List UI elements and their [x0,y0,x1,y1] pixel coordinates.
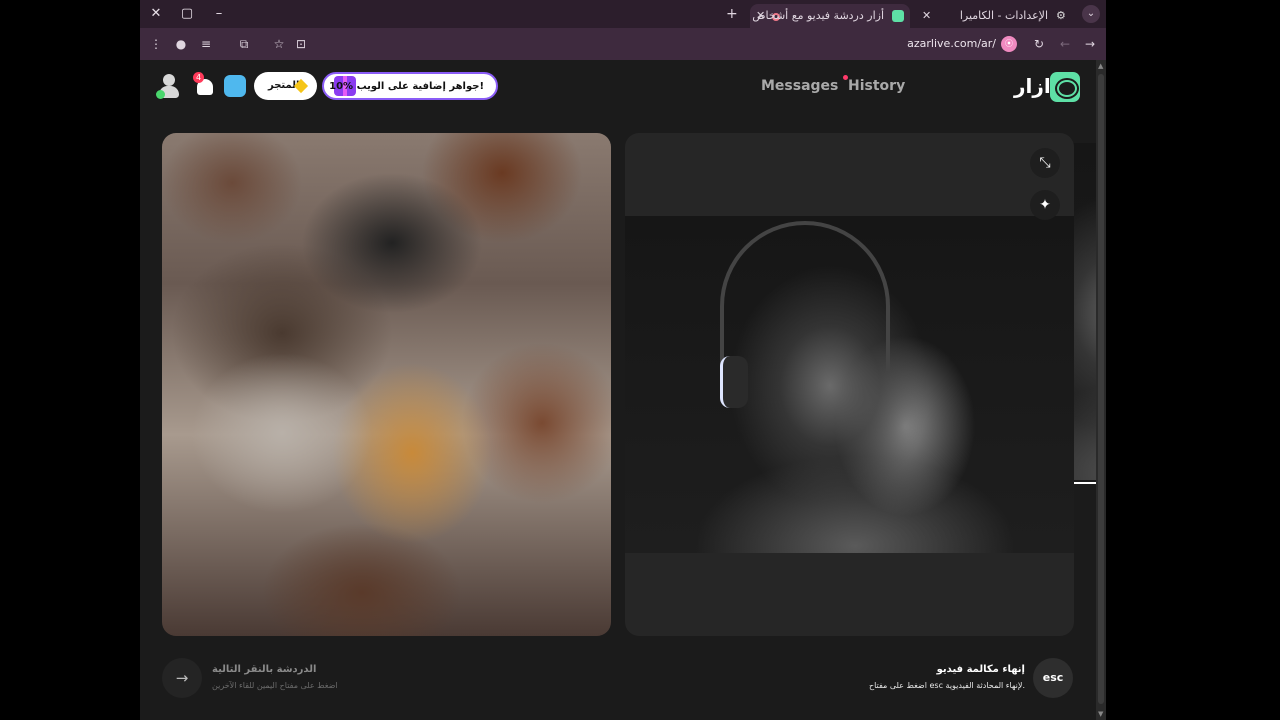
avatar[interactable] [156,73,182,99]
nav-history[interactable]: History [848,77,905,95]
page-scrollbar[interactable]: ▲ ▼ [1096,60,1106,720]
scroll-down-icon[interactable]: ▼ [1098,710,1103,718]
azar-page: ازار Video Chat History Messages 10% جوا… [140,60,1106,720]
self-video-panel: ⤡ ✦ [625,133,1074,636]
gear-icon: ⚙ [1056,9,1066,22]
azar-logo-icon[interactable] [1050,72,1080,102]
end-call-hint: اضغط على مفتاح esc لإنهاء المحادثة الفيد… [868,681,1025,690]
next-chat-hint: اضغط على مفتاح اليمين للقاء الآخرين [212,681,338,690]
notification-badge: 4 [193,72,204,83]
promo-banner[interactable]: 10% جواهر إضافية على الويب! [322,72,498,100]
scrollbar-thumb[interactable] [1098,74,1104,704]
menu-icon[interactable]: ⋮ [146,34,166,54]
logo-text[interactable]: ازار [1014,73,1051,99]
partner-video-panel-blurred [162,133,611,636]
promo-text: 10% جواهر إضافية على الويب! [329,81,484,92]
next-chat-button[interactable]: → [162,658,202,698]
forward-icon[interactable]: ← [1055,34,1075,54]
tab-azar[interactable]: ✕ أزار دردشة فيديو مع أشخاص [750,4,910,28]
minimize-window-icon[interactable]: – [205,4,233,24]
camera-feed [625,216,1074,553]
next-chat-title: الدردشة بالنقر التالية [212,664,317,675]
browser-window: ✕ ▢ – + ✕ أزار دردشة فيديو مع أشخاص ✕ ال… [140,0,1106,720]
tab-title: الإعدادات - الكاميرا [959,9,1048,22]
earcup-shape [720,356,748,408]
online-status-icon [156,90,165,99]
bookmark-star-icon[interactable]: ☆ [269,34,289,54]
maximize-window-icon[interactable]: ▢ [173,4,201,24]
notification-bell-icon[interactable]: 4 [193,72,217,97]
end-call-title: إنهاء مكالمة فيديو [936,664,1025,675]
scroll-up-icon[interactable]: ▲ [1098,62,1103,70]
chat-icon[interactable] [224,75,246,97]
end-call-button[interactable]: esc [1033,658,1073,698]
extensions-icon[interactable]: ⧉ [234,34,254,54]
close-tab-icon[interactable]: ✕ [922,4,931,28]
expand-icon[interactable]: ⤡ [1030,148,1060,178]
tab-search-button[interactable]: ⌄ [1082,5,1100,23]
profile-icon[interactable]: ● [171,34,191,54]
reading-list-icon[interactable]: ≡ [196,34,216,54]
new-tab-button[interactable]: + [726,4,738,24]
effects-wand-icon[interactable]: ✦ [1030,190,1060,220]
tab-strip: ✕ ▢ – + ✕ أزار دردشة فيديو مع أشخاص ✕ ال… [140,0,1106,28]
azar-favicon-icon [892,10,904,22]
tab-title: أزار دردشة فيديو مع أشخاص [752,9,884,22]
install-app-icon[interactable]: ⊡ [291,34,311,54]
reload-icon[interactable]: ↻ [1029,34,1049,54]
nav-messages[interactable]: Messages [761,77,838,95]
address-bar[interactable]: azarlive.com/ar/ [907,36,996,52]
site-info-icon[interactable]: ⦿ [1001,36,1017,52]
browser-toolbar: ⋮ ● ≡ ⧉ ☆ ⊡ azarlive.com/ar/ ⦿ ↻ ← → [140,28,1106,60]
headphones-shape [720,221,890,371]
back-icon[interactable]: → [1080,34,1100,54]
store-button[interactable]: المتجر [254,72,317,100]
avatar-head [163,74,175,86]
tab-settings[interactable]: ✕ الإعدادات - الكاميرا ⚙ [916,4,1074,28]
history-unread-dot [843,75,848,80]
close-window-icon[interactable]: ✕ [142,4,170,24]
